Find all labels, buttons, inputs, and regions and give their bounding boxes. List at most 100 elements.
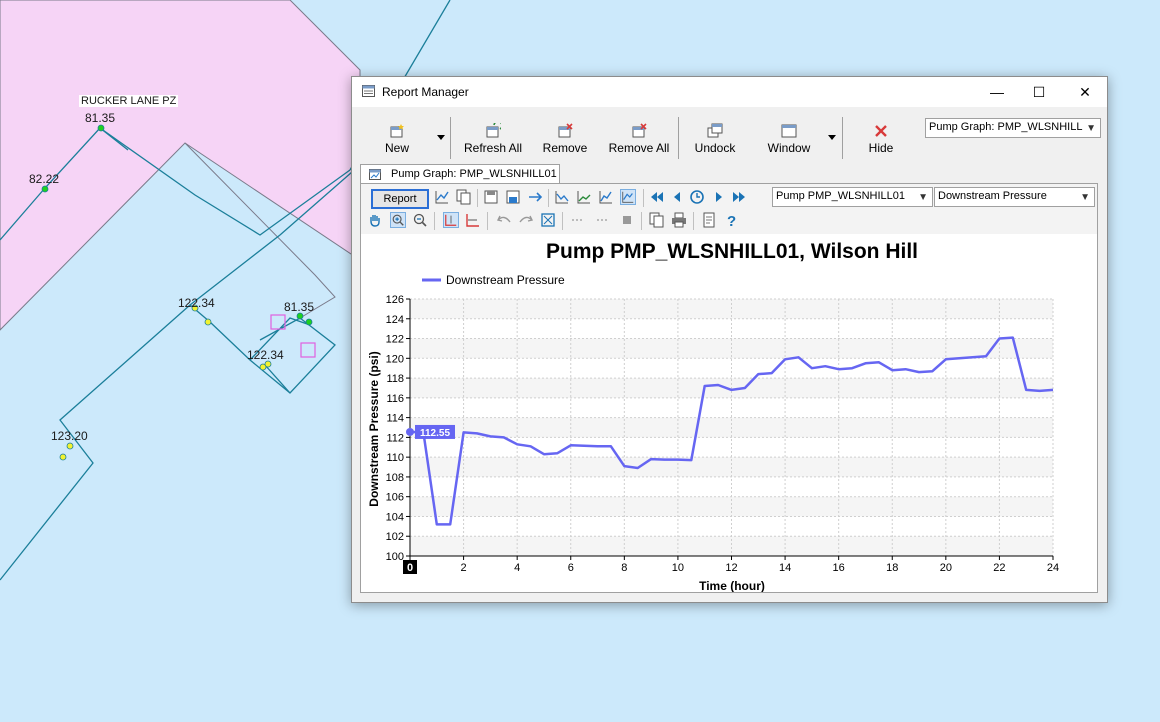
x-tick-label: 10 — [672, 562, 684, 574]
link-icon[interactable] — [527, 189, 543, 205]
undock-label: Undock — [694, 141, 736, 155]
x-tick-label: 2 — [461, 562, 467, 574]
fit-icon[interactable] — [540, 212, 556, 228]
x-tick-label: 8 — [621, 562, 627, 574]
line-chart-icon[interactable] — [554, 189, 570, 205]
properties-icon[interactable] — [701, 212, 717, 228]
minimize-button[interactable]: — — [974, 77, 1020, 107]
report-panel: Report Pump PMP_WLSNHILL01 ▼ Downstream … — [360, 183, 1098, 593]
undo-icon[interactable] — [496, 212, 512, 228]
node-label: 81.35 — [85, 111, 116, 125]
stop-icon[interactable] — [619, 212, 635, 228]
print-icon[interactable] — [671, 212, 687, 228]
x-axis-label: Time (hour) — [699, 579, 765, 592]
y-tick-label: 104 — [386, 511, 404, 523]
remove-all-label: Remove All — [608, 141, 670, 155]
toolbar-separator — [678, 117, 679, 159]
chevron-down-icon: ▼ — [1080, 192, 1090, 203]
current-time-marker: 0 — [403, 560, 417, 574]
new-button[interactable]: New — [376, 117, 418, 161]
y-tick-labels: 100 102 104 106 108 110 112 114 116 118 120 122 124 1… — [386, 294, 410, 563]
save-icon[interactable] — [483, 189, 499, 205]
report-select[interactable]: Pump Graph: PMP_WLSNHILL ▼ — [925, 118, 1101, 138]
toolbar-separator — [641, 212, 642, 230]
x-tick-label: 12 — [725, 562, 737, 574]
y-tick-label: 110 — [386, 452, 404, 464]
node-label: 81.35 — [284, 300, 315, 314]
previous-step-icon[interactable] — [669, 189, 685, 205]
cursor-x-icon[interactable] — [443, 212, 459, 228]
chart-options-icon[interactable] — [434, 189, 450, 205]
cursor-y-icon[interactable] — [465, 212, 481, 228]
new-label: New — [384, 141, 409, 155]
window-button[interactable]: Window — [764, 117, 814, 161]
help-icon[interactable]: ? — [723, 212, 739, 228]
y-tick-label: 126 — [386, 294, 404, 306]
element-select-value: Pump PMP_WLSNHILL01 — [776, 190, 905, 202]
report-toolbar: Report Pump PMP_WLSNHILL01 ▼ Downstream … — [361, 184, 1097, 234]
x-tick-label: 24 — [1047, 562, 1059, 574]
current-time-label: 0 — [407, 562, 413, 574]
copy-chart-icon[interactable] — [456, 189, 472, 205]
animation-settings-icon[interactable] — [689, 189, 705, 205]
area-chart-icon[interactable] — [576, 189, 592, 205]
node-label: 122.34 — [178, 296, 215, 310]
refresh-all-button[interactable]: Refresh All — [460, 117, 526, 161]
x-tick-label: 22 — [993, 562, 1005, 574]
tab-pump-graph[interactable]: Pump Graph: PMP_WLSNHILL01 — [360, 164, 560, 184]
play-forward-icon[interactable] — [595, 212, 611, 228]
main-toolbar: New Refresh All Remove Remove All Undock… — [352, 107, 1107, 163]
x-tick-labels: 0 2 4 6 8 10 12 14 16 18 20 22 24 — [403, 556, 1059, 574]
copy-icon[interactable] — [649, 212, 665, 228]
y-tick-label: 118 — [386, 373, 404, 385]
cursor-point — [406, 427, 414, 436]
toolbar-separator — [562, 212, 563, 230]
close-button[interactable]: ✕ — [1062, 77, 1108, 107]
window-dropdown-arrow[interactable] — [828, 135, 836, 140]
y-tick-label: 122 — [386, 334, 404, 346]
y-axis-label: Downstream Pressure (psi) — [367, 351, 381, 506]
node-label: 122.34 — [247, 348, 284, 362]
x-tick-label: 6 — [568, 562, 574, 574]
step-chart-icon[interactable] — [598, 189, 614, 205]
x-tick-label: 4 — [514, 562, 520, 574]
maximize-button[interactable]: ☐ — [1016, 77, 1062, 107]
zone-label: RUCKER LANE PZ — [79, 95, 179, 107]
y-tick-label: 116 — [386, 393, 404, 405]
undock-button[interactable]: Undock — [690, 117, 740, 161]
report-select-value: Pump Graph: PMP_WLSNHILL — [929, 121, 1083, 133]
hide-button[interactable]: Hide — [860, 117, 902, 161]
next-step-icon[interactable] — [711, 189, 727, 205]
redo-icon[interactable] — [518, 212, 534, 228]
toolbar-separator — [842, 117, 843, 159]
toolbar-separator — [643, 189, 644, 207]
y-tick-label: 102 — [386, 531, 404, 543]
legend-entry: Downstream Pressure — [446, 273, 565, 287]
chevron-down-icon: ▼ — [1086, 123, 1096, 134]
toolbar-separator — [477, 189, 478, 207]
time-chart-icon[interactable] — [620, 189, 636, 205]
last-step-icon[interactable] — [731, 189, 747, 205]
node-label: 123.20 — [51, 429, 88, 443]
pump-graph-chart[interactable]: Pump PMP_WLSNHILL01, Wilson Hill Downstr… — [362, 234, 1098, 592]
pan-hand-icon[interactable] — [367, 212, 383, 228]
remove-all-button[interactable]: Remove All — [606, 117, 672, 161]
save-as-icon[interactable] — [505, 189, 521, 205]
report-manager-window[interactable]: Report Manager — ☐ ✕ New Refresh All Rem… — [351, 76, 1108, 603]
remove-button[interactable]: Remove — [540, 117, 590, 161]
element-select[interactable]: Pump PMP_WLSNHILL01 ▼ — [772, 187, 933, 207]
title-bar[interactable]: Report Manager — ☐ ✕ — [352, 77, 1107, 107]
y-tick-label: 100 — [386, 551, 404, 563]
y-tick-label: 120 — [386, 353, 404, 365]
report-button[interactable]: Report — [371, 189, 429, 209]
play-back-icon[interactable] — [570, 212, 586, 228]
first-step-icon[interactable] — [649, 189, 665, 205]
zoom-out-icon[interactable] — [412, 212, 428, 228]
new-dropdown-arrow[interactable] — [437, 135, 445, 140]
y-tick-label: 114 — [386, 413, 404, 425]
zoom-in-icon[interactable] — [390, 212, 406, 228]
y-tick-label: 124 — [386, 314, 404, 326]
svg-text:?: ? — [727, 213, 736, 228]
attribute-select[interactable]: Downstream Pressure ▼ — [934, 187, 1095, 207]
y-tick-label: 112 — [386, 432, 404, 444]
